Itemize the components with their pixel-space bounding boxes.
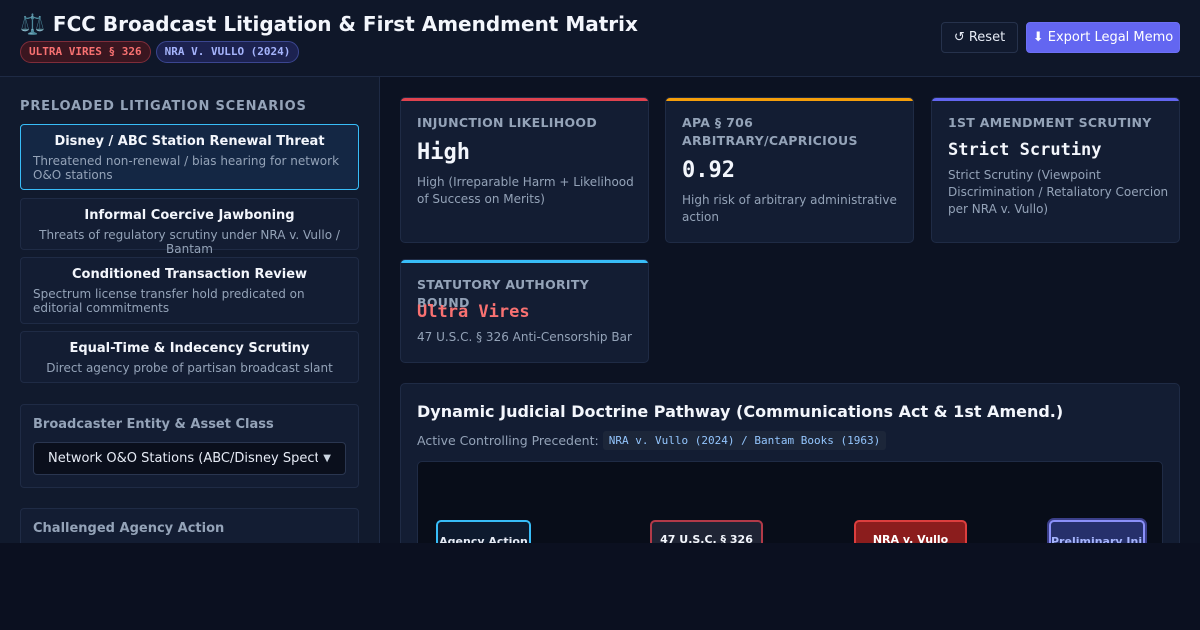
card-description: High (Irreparable Harm + Likelihood of S… (417, 175, 634, 206)
ultra-vires-badge: ULTRA VIRES § 326 (20, 41, 151, 63)
scenario-description: Spectrum license transfer hold predicate… (33, 287, 305, 315)
card-description: 47 U.S.C. § 326 Anti-Censorship Bar (417, 330, 632, 344)
scenario-title: Informal Coercive Jawboning (84, 208, 295, 223)
node-agency-action[interactable]: Agency Action (436, 520, 531, 543)
app-header: ⚖️ FCC Broadcast Litigation & First Amen… (0, 0, 1200, 77)
scenario-description: Direct agency probe of partisan broadcas… (46, 361, 333, 375)
card-label: 1ST AMENDMENT SCRUTINY (948, 115, 1152, 130)
card-value: 0.92 (682, 158, 735, 183)
precedent-value: NRA v. Vullo (2024) / Bantam Books (1963… (602, 431, 887, 450)
scenario-description: Threatened non-renewal / bias hearing fo… (33, 154, 340, 182)
card-label: APA § 706 ARBITRARY/CAPRICIOUS (682, 115, 858, 148)
scenario-description: Threats of regulatory scrutiny under NRA… (39, 228, 340, 256)
node-statute-326[interactable]: 47 U.S.C. § 326 (650, 520, 763, 543)
entity-select-value: Network O&O Stations (ABC/Disney Spectru… (48, 451, 318, 466)
chevron-down-icon: ▼ (323, 453, 331, 464)
main-content: INJUNCTION LIKELIHOOD High High (Irrepar… (380, 77, 1200, 543)
scenario-title: Conditioned Transaction Review (71, 267, 308, 282)
entity-label: Broadcaster Entity & Asset Class (33, 417, 274, 432)
entity-select[interactable]: Network O&O Stations (ABC/Disney Spectru… (33, 442, 346, 475)
scenarios-heading: PRELOADED LITIGATION SCENARIOS (20, 99, 307, 114)
scales-icon: ⚖️ (20, 12, 45, 36)
reset-button[interactable]: ↺ Reset (941, 22, 1018, 53)
card-label: INJUNCTION LIKELIHOOD (417, 115, 598, 130)
page-title-text: FCC Broadcast Litigation & First Amendme… (52, 12, 638, 36)
doctrine-pathway-panel: Dynamic Judicial Doctrine Pathway (Commu… (400, 383, 1180, 543)
page-title: ⚖️ FCC Broadcast Litigation & First Amen… (20, 12, 638, 36)
entity-panel: Broadcaster Entity & Asset Class Network… (20, 404, 359, 488)
card-value: Ultra Vires (417, 302, 530, 322)
precedent-badge: NRA V. VULLO (2024) (155, 41, 300, 63)
card-accent-bar (666, 98, 913, 101)
scenario-title: Equal-Time & Indecency Scrutiny (69, 341, 310, 356)
precedent-label: Active Controlling Precedent: (417, 433, 599, 448)
card-accent-bar (401, 98, 648, 101)
scenario-transaction-review[interactable]: Conditioned Transaction Review Spectrum … (20, 257, 359, 324)
app-window: ⚖️ FCC Broadcast Litigation & First Amen… (0, 0, 1200, 543)
injunction-likelihood-card: INJUNCTION LIKELIHOOD High High (Irrepar… (400, 97, 649, 243)
pathway-title: Dynamic Judicial Doctrine Pathway (Commu… (417, 402, 1064, 421)
status-badges: ULTRA VIRES § 326 NRA V. VULLO (2024) (20, 41, 300, 63)
scenario-equal-time[interactable]: Equal-Time & Indecency Scrutiny Direct a… (20, 331, 359, 383)
card-description: High risk of arbitrary administrative ac… (682, 193, 897, 224)
card-accent-bar (401, 260, 648, 263)
statutory-authority-card: STATUTORY AUTHORITY BOUND Ultra Vires 47… (400, 259, 649, 363)
card-value: High (417, 140, 470, 165)
card-description: Strict Scrutiny (Viewpoint Discriminatio… (948, 168, 1169, 216)
sidebar: PRELOADED LITIGATION SCENARIOS Disney / … (0, 77, 380, 543)
agency-action-panel: Challenged Agency Action (20, 508, 359, 543)
export-legal-memo-button[interactable]: ⬇ Export Legal Memo (1026, 22, 1180, 53)
scenario-jawboning[interactable]: Informal Coercive Jawboning Threats of r… (20, 198, 359, 256)
node-nra-v-vullo[interactable]: NRA v. Vullo (854, 520, 967, 543)
scenario-disney-abc[interactable]: Disney / ABC Station Renewal Threat Thre… (20, 124, 359, 190)
card-accent-bar (932, 98, 1179, 101)
card-value: Strict Scrutiny (948, 140, 1102, 160)
controlling-precedent: Active Controlling Precedent: NRA v. Vul… (417, 431, 887, 450)
pathway-canvas: Agency Action 47 U.S.C. § 326 NRA v. Vul… (417, 461, 1163, 543)
apa-arbitrary-card: APA § 706 ARBITRARY/CAPRICIOUS 0.92 High… (665, 97, 914, 243)
scenario-title: Disney / ABC Station Renewal Threat (54, 134, 325, 149)
agency-action-label: Challenged Agency Action (33, 521, 225, 536)
first-amendment-scrutiny-card: 1ST AMENDMENT SCRUTINY Strict Scrutiny S… (931, 97, 1180, 243)
page-background (0, 543, 1200, 630)
node-preliminary-injunction[interactable]: Preliminary Inj... (1049, 520, 1145, 543)
